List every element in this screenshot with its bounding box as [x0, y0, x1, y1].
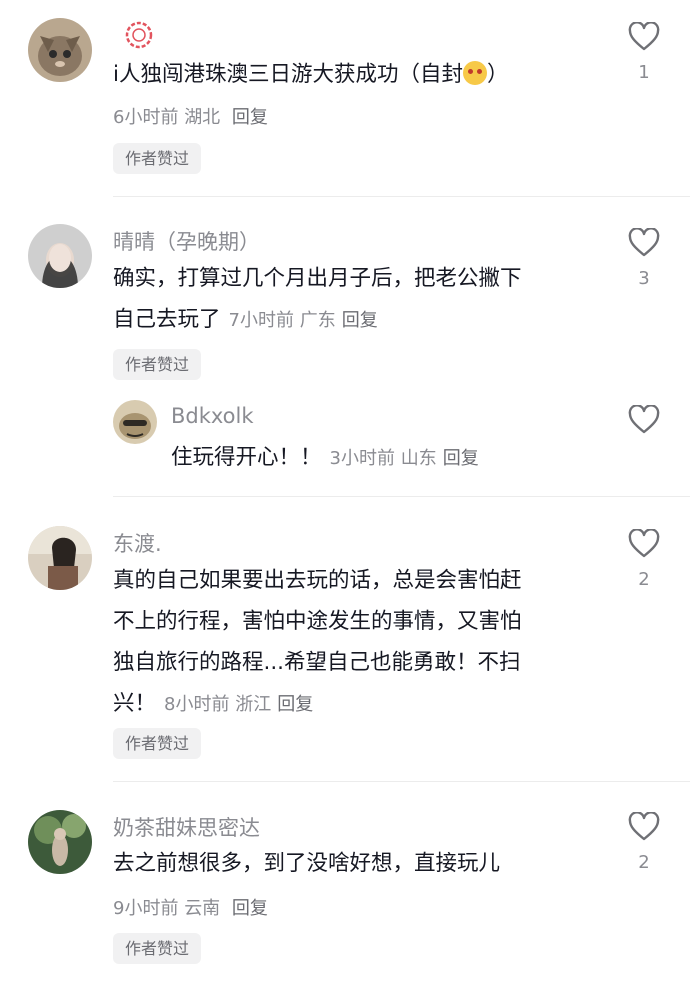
- like-button[interactable]: 3: [624, 228, 664, 290]
- like-count: [624, 445, 664, 467]
- reply-button[interactable]: 回复: [342, 310, 378, 331]
- comment-text: 真的自己如果要出去玩的话，总是会害怕赶 不上的行程，害怕中途发生的事情，又害怕 …: [113, 568, 522, 716]
- avatar[interactable]: [113, 400, 157, 444]
- reply-button[interactable]: 回复: [443, 448, 479, 469]
- like-button[interactable]: 2: [624, 529, 664, 591]
- flower-badge-icon: [124, 20, 154, 50]
- reply-username[interactable]: Bdkxolk: [171, 404, 254, 428]
- avatar[interactable]: [28, 18, 92, 82]
- comment-meta: 9小时前 云南 回复: [113, 894, 268, 920]
- like-button[interactable]: 2: [624, 812, 664, 874]
- comment-location: 浙江: [235, 694, 272, 715]
- comment-time: 9小时前: [113, 898, 179, 919]
- comment-time: 6小时前: [113, 107, 179, 128]
- like-button[interactable]: 1: [624, 22, 664, 84]
- reply-time: 3小时前: [329, 448, 395, 469]
- reply-button[interactable]: 回复: [232, 107, 268, 128]
- comment-time: 7小时前: [228, 310, 294, 331]
- like-button[interactable]: [624, 405, 664, 467]
- comment-time: 8小时前: [164, 694, 230, 715]
- heart-outline-icon: [628, 529, 660, 558]
- comment-username[interactable]: 晴晴（孕晚期）: [113, 226, 260, 256]
- avatar[interactable]: [28, 526, 92, 590]
- comment-username[interactable]: 奶茶甜妹思密达: [113, 812, 260, 842]
- author-liked-chip: 作者赞过: [113, 728, 202, 759]
- divider: [113, 196, 690, 197]
- heart-outline-icon: [628, 405, 660, 434]
- comment-text: 确实，打算过几个月出月子后，把老公撇下 自己去玩了 7小时前 广东 回复: [113, 266, 522, 332]
- reply-button[interactable]: 回复: [232, 898, 268, 919]
- reply-location: 山东: [400, 448, 437, 469]
- avatar[interactable]: [28, 224, 92, 288]
- comment-meta: 6小时前 湖北 回复: [113, 103, 268, 129]
- heart-outline-icon: [628, 22, 660, 51]
- divider: [113, 781, 690, 782]
- reply-text: 住玩得开心！！ 3小时前 山东 回复: [171, 445, 479, 470]
- like-count: 2: [638, 852, 650, 873]
- comment-username[interactable]: 东渡.: [113, 528, 162, 558]
- heart-outline-icon: [628, 812, 660, 841]
- author-liked-chip: 作者赞过: [113, 933, 202, 964]
- face-emoji-icon: [462, 61, 487, 85]
- avatar[interactable]: [28, 810, 92, 874]
- comment-text: 去之前想很多，到了没啥好想，直接玩儿: [113, 851, 501, 876]
- like-count: 2: [638, 569, 650, 590]
- reply-button[interactable]: 回复: [277, 694, 313, 715]
- comment-location: 广东: [299, 310, 336, 331]
- comment-text: i人独闯港珠澳三日游大获成功（自封）: [113, 61, 509, 87]
- comment-location: 湖北: [184, 107, 221, 128]
- like-count: 3: [638, 268, 650, 289]
- author-liked-chip: 作者赞过: [113, 349, 202, 380]
- comment-location: 云南: [184, 898, 221, 919]
- author-liked-chip: 作者赞过: [113, 143, 202, 174]
- heart-outline-icon: [628, 228, 660, 257]
- divider: [113, 496, 690, 497]
- like-count: 1: [638, 62, 650, 83]
